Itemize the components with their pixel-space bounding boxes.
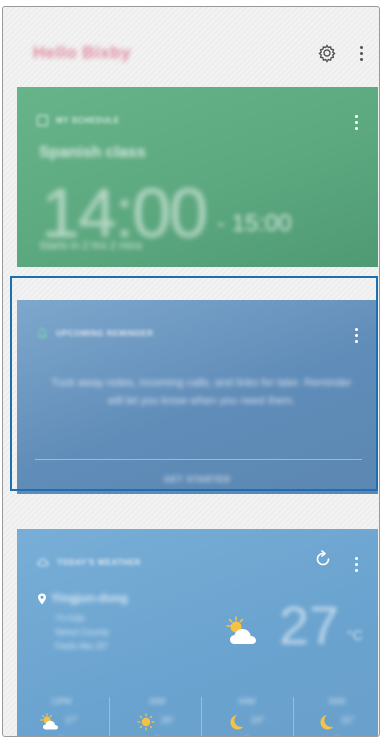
- location-pin-icon: [38, 593, 46, 605]
- location-detail: Yn-Ivijn: [55, 613, 86, 623]
- header: Hello Bixby: [3, 7, 379, 81]
- forecast-item: 6AM 24° 0: [203, 691, 291, 736]
- temperature-unit: °C: [347, 627, 363, 643]
- location-detail: Seoul County: [55, 627, 110, 637]
- moon-icon: [230, 715, 244, 730]
- event-end-time: - 15:00: [217, 210, 292, 237]
- partly-cloudy-icon: [226, 616, 256, 644]
- settings-gear-icon[interactable]: [315, 41, 339, 65]
- forecast-time: 3AM: [148, 697, 166, 706]
- weather-card-header: TODAY'S WEATHER: [37, 557, 141, 567]
- forecast-temp: 26°: [161, 715, 175, 725]
- event-countdown: Starts in 2 hrs 2 mins: [39, 240, 143, 252]
- reminder-card-label: UPCOMING REMINDER: [56, 329, 154, 338]
- greeting-title: Hello Bixby: [33, 43, 132, 62]
- partly-cloudy-icon: [40, 713, 58, 730]
- bixby-home-screen: Hello Bixby MY SCHEDULE Spanish class 14…: [2, 6, 380, 737]
- forecast-temp: 24°: [251, 715, 265, 725]
- forecast-time: 9AM: [328, 697, 346, 706]
- schedule-card-label: MY SCHEDULE: [56, 116, 120, 125]
- get-started-button[interactable]: GET STARTED: [17, 475, 378, 484]
- forecast-item: 12PM 27° 0: [17, 691, 105, 736]
- forecast-temp: 22°: [341, 715, 355, 725]
- location-name: Yingjun-dong: [51, 591, 128, 605]
- divider: [109, 697, 110, 736]
- forecast-item: 3AM 26° 0: [113, 691, 201, 736]
- calendar-icon: [37, 115, 48, 126]
- more-options-icon[interactable]: [349, 41, 373, 65]
- sun-icon: [137, 713, 155, 731]
- current-temperature: 27: [279, 596, 340, 656]
- divider: [201, 697, 202, 736]
- reminder-card-menu[interactable]: [350, 324, 362, 346]
- forecast-time: 6AM: [238, 697, 256, 706]
- weather-card[interactable]: TODAY'S WEATHER Yingjun-dong Yn-Ivijn Se…: [17, 529, 378, 736]
- hourly-forecast: 12PM 27° 0 3AM: [17, 691, 378, 736]
- schedule-card-menu[interactable]: [350, 111, 362, 133]
- schedule-card[interactable]: MY SCHEDULE Spanish class 14:00 - 15:00 …: [17, 87, 378, 267]
- location-detail: Feels like 25°: [55, 641, 110, 651]
- refresh-icon[interactable]: [313, 549, 333, 569]
- bell-icon: [37, 328, 48, 339]
- weather-card-label: TODAY'S WEATHER: [57, 557, 141, 567]
- weather-card-menu[interactable]: [350, 553, 362, 575]
- cloud-icon: [37, 558, 49, 567]
- event-title: Spanish class: [39, 144, 146, 161]
- reminder-description: Tuck away notes, incoming calls, and lin…: [51, 377, 352, 407]
- divider: [35, 459, 362, 460]
- forecast-temp: 27°: [65, 715, 79, 725]
- forecast-item: 9AM 22° 0: [293, 691, 378, 736]
- moon-icon: [320, 715, 334, 730]
- schedule-card-header: MY SCHEDULE: [37, 115, 120, 126]
- reminder-card[interactable]: UPCOMING REMINDER Tuck away notes, incom…: [17, 300, 378, 494]
- reminder-card-header: UPCOMING REMINDER: [37, 328, 153, 339]
- forecast-time: 12PM: [50, 697, 72, 706]
